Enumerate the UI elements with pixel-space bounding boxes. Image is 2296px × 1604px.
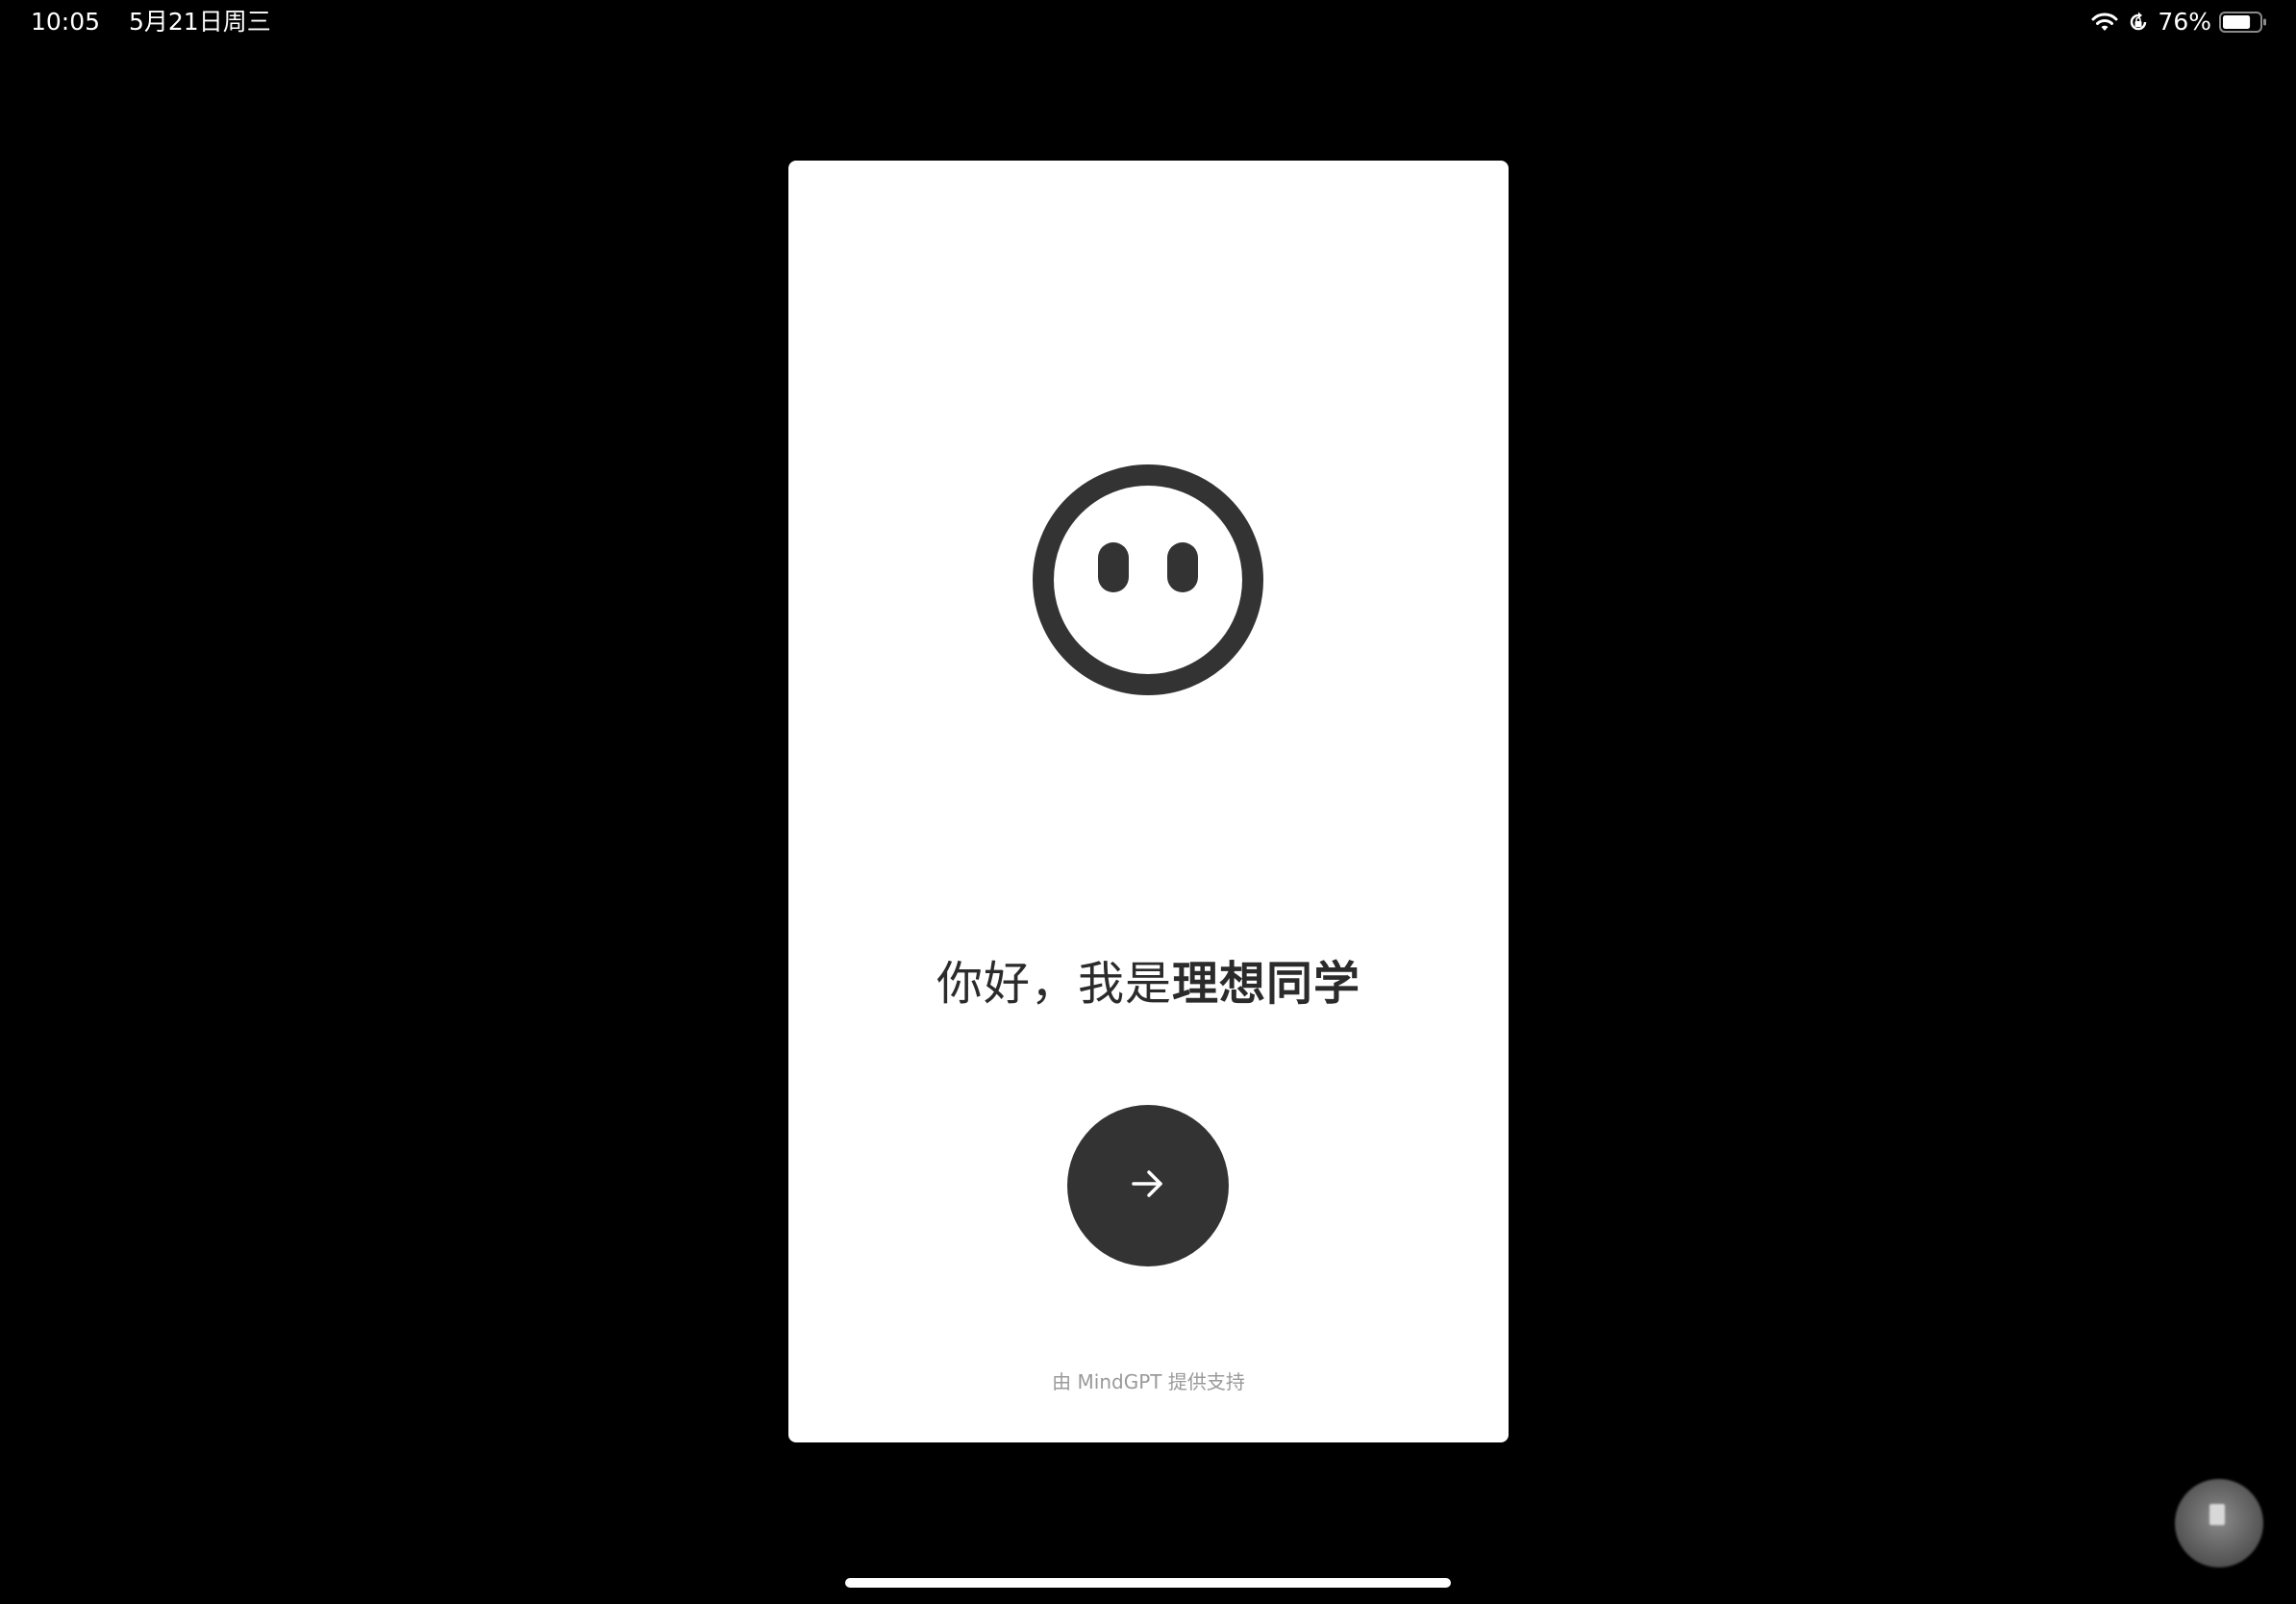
battery-percent: 76% (2158, 8, 2211, 36)
next-button[interactable] (1067, 1105, 1229, 1266)
home-indicator[interactable] (845, 1578, 1451, 1588)
arrow-right-icon (1129, 1165, 1167, 1207)
status-right: 76% (2090, 8, 2267, 37)
greeting-prefix: 你好，我是 (936, 957, 1172, 1011)
smiley-face-icon (1033, 464, 1263, 695)
powered-by-text: 由 MindGPT 提供支持 (1052, 1370, 1245, 1393)
orientation-lock-icon (2127, 11, 2150, 34)
wifi-icon (2090, 11, 2119, 34)
status-time: 10:05 (31, 8, 101, 36)
status-left: 10:05 5月21日周三 (31, 8, 271, 37)
assistant-name: 理想同学 (1172, 957, 1361, 1011)
greeting-text: 你好，我是理想同学 (788, 955, 1509, 1013)
battery-icon (2219, 11, 2267, 34)
status-bar: 10:05 5月21日周三 76% (0, 0, 2296, 46)
status-date: 5月21日周三 (129, 8, 271, 36)
floating-assistant-bubble[interactable] (2175, 1479, 2263, 1567)
welcome-card: 你好，我是理想同学 由 MindGPT 提供支持 (788, 161, 1509, 1442)
assistant-bubble-icon (2209, 1504, 2225, 1525)
